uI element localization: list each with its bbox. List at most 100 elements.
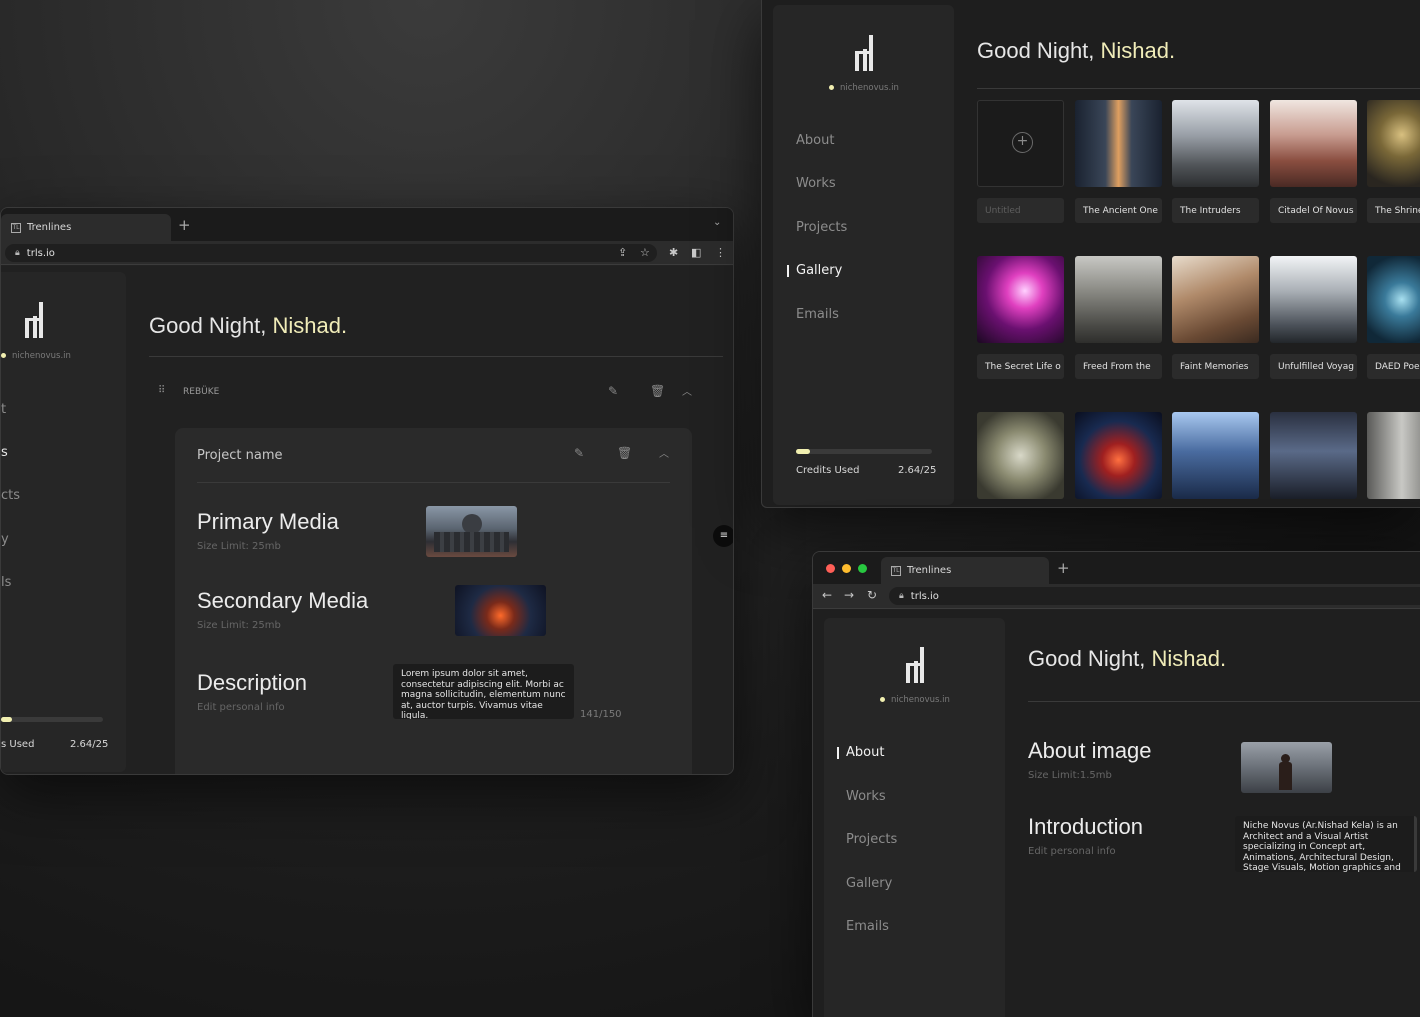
sidebar-item-works[interactable]: s [1, 445, 8, 460]
gallery-thumbnail[interactable] [1367, 412, 1420, 499]
credits-progress [796, 449, 932, 454]
address-toolbar: ← → ↻ 🔒︎ trls.io [813, 584, 1420, 609]
credits-progress-fill [796, 449, 811, 454]
gallery-item-title[interactable]: The Ancient One [1075, 198, 1162, 223]
gallery-item-title[interactable]: The Secret Life o [977, 354, 1064, 379]
forward-arrow-icon[interactable]: → [844, 588, 854, 602]
sidebar: nichenovus.in About Works Projects Galle… [773, 5, 954, 505]
bookmark-star-icon[interactable]: ☆ [640, 246, 650, 259]
gallery-thumbnail[interactable] [1172, 256, 1259, 343]
gallery-thumbnail[interactable] [1075, 256, 1162, 343]
gallery-item-title[interactable]: Freed From the [1075, 354, 1162, 379]
browser-tab[interactable]: TL Trenlines [881, 557, 1049, 584]
sidebar: nichenovus.in t s cts y ls s Used 2.64/2… [1, 272, 126, 772]
tab-strip: TL Trenlines + [813, 552, 1420, 584]
lock-icon: 🔒︎ [899, 591, 904, 601]
section-label: REBÜKE [183, 387, 220, 397]
drag-handle-icon[interactable]: ⠿ [158, 385, 165, 396]
sidebar-item-projects[interactable]: cts [1, 488, 20, 503]
add-gallery-item-button[interactable] [977, 100, 1064, 187]
gallery-new-title-field[interactable]: Untitled [977, 198, 1064, 223]
sidebar-item-about[interactable]: About [836, 745, 884, 760]
secondary-media-thumbnail[interactable] [455, 585, 546, 636]
status-dot-icon [829, 85, 834, 90]
gallery-thumbnail[interactable] [1075, 100, 1162, 187]
sidebar-item-projects[interactable]: Projects [796, 220, 847, 235]
gallery-thumbnail[interactable] [1172, 100, 1259, 187]
card-divider [197, 482, 670, 483]
edit-icon[interactable]: ✎ [608, 384, 618, 398]
description-title: Description [197, 670, 308, 695]
sidebar-toggle-icon[interactable]: ◧ [691, 246, 701, 259]
credits-value: 2.64/25 [898, 465, 937, 476]
gallery-item-title[interactable]: The Shrine [1367, 198, 1420, 223]
project-name-field[interactable]: Project name [197, 448, 282, 463]
lock-icon: 🔒︎ [15, 248, 20, 258]
sidebar-item-emails[interactable]: Emails [846, 919, 889, 934]
tab-title: Trenlines [907, 565, 952, 576]
site-url: nichenovus.in [829, 83, 899, 93]
about-image-thumbnail[interactable] [1241, 742, 1332, 793]
gallery-item-title[interactable]: Unfulfilled Voyag [1270, 354, 1357, 379]
sidebar-item-emails[interactable]: Emails [796, 307, 839, 322]
extensions-puzzle-icon[interactable]: ✱ [669, 246, 678, 259]
gallery-thumbnail[interactable] [977, 412, 1064, 499]
maximize-window-icon[interactable] [858, 564, 867, 573]
primary-media-limit: Size Limit: 25mb [197, 541, 281, 552]
gallery-item-title[interactable]: The Intruders [1172, 198, 1259, 223]
sidebar-item-emails[interactable]: ls [1, 575, 11, 590]
gallery-thumbnail[interactable] [1270, 412, 1357, 499]
project-edit-icon[interactable]: ✎ [574, 446, 584, 460]
description-textarea[interactable]: Lorem ipsum dolor sit amet, consectetur … [393, 664, 574, 719]
floating-menu-icon[interactable]: ≡ [713, 525, 733, 547]
about-browser-window: TL Trenlines + ← → ↻ 🔒︎ trls.io nichenov… [812, 551, 1420, 1017]
gallery-item-title[interactable]: DAED Poe [1367, 354, 1420, 379]
site-url-text: nichenovus.in [12, 351, 71, 361]
project-collapse-icon[interactable]: ︿ [659, 445, 669, 460]
sidebar-item-gallery[interactable]: Gallery [846, 876, 892, 891]
close-window-icon[interactable] [826, 564, 835, 573]
gallery-item-title[interactable]: Faint Memories [1172, 354, 1259, 379]
sidebar-item-works[interactable]: Works [846, 789, 886, 804]
site-url: nichenovus.in [880, 695, 950, 705]
primary-media-thumbnail[interactable] [426, 506, 517, 557]
admin-app: nichenovus.in About Works Projects Galle… [813, 610, 1420, 1017]
collapse-chevron-icon[interactable]: ︿ [682, 383, 692, 398]
site-url: nichenovus.in [1, 351, 71, 361]
gallery-thumbnail[interactable] [977, 256, 1064, 343]
sidebar-item-projects[interactable]: Projects [846, 832, 897, 847]
introduction-textarea[interactable]: Niche Novus (Ar.Nishad Kela) is an Archi… [1235, 816, 1417, 872]
address-field[interactable]: 🔒︎ trls.io [889, 587, 1420, 605]
sidebar-item-works[interactable]: Works [796, 176, 836, 191]
gallery-item-title[interactable]: Citadel Of Novus [1270, 198, 1357, 223]
gallery-thumbnail[interactable] [1367, 100, 1420, 187]
new-tab-plus-icon[interactable]: + [178, 216, 191, 234]
minimize-window-icon[interactable] [842, 564, 851, 573]
back-arrow-icon[interactable]: ← [822, 588, 832, 602]
project-delete-icon[interactable]: 🗑︎ [617, 446, 632, 460]
tab-list-chevron-icon[interactable]: ⌄ [713, 217, 721, 228]
introduction-title: Introduction [1028, 814, 1143, 839]
credits-label: s Used [1, 739, 35, 750]
gallery-thumbnail[interactable] [1172, 412, 1259, 499]
greeting-text: Good Night, [1028, 646, 1152, 671]
address-field[interactable]: 🔒︎ trls.io [5, 244, 657, 262]
browser-menu-icon[interactable]: ⋮ [715, 246, 726, 259]
browser-tab[interactable]: TL Trenlines [1, 214, 171, 241]
sidebar-item-gallery[interactable]: Gallery [786, 263, 842, 278]
gallery-thumbnail[interactable] [1075, 412, 1162, 499]
gallery-thumbnail[interactable] [1270, 256, 1357, 343]
sidebar-item-about[interactable]: t [1, 402, 6, 417]
share-icon[interactable]: ⇪ [618, 246, 627, 259]
sidebar-item-gallery[interactable]: y [1, 532, 9, 547]
gallery-thumbnail[interactable] [1367, 256, 1420, 343]
credits-label: Credits Used [796, 465, 860, 476]
reload-icon[interactable]: ↻ [867, 588, 877, 602]
new-tab-plus-icon[interactable]: + [1057, 559, 1070, 577]
gallery-thumbnail[interactable] [1270, 100, 1357, 187]
sidebar-item-about[interactable]: About [796, 133, 834, 148]
divider [977, 88, 1420, 89]
delete-trash-icon[interactable]: 🗑︎ [650, 384, 665, 398]
greeting-name: Nishad. [1100, 38, 1176, 63]
about-image-title: About image [1028, 738, 1152, 763]
